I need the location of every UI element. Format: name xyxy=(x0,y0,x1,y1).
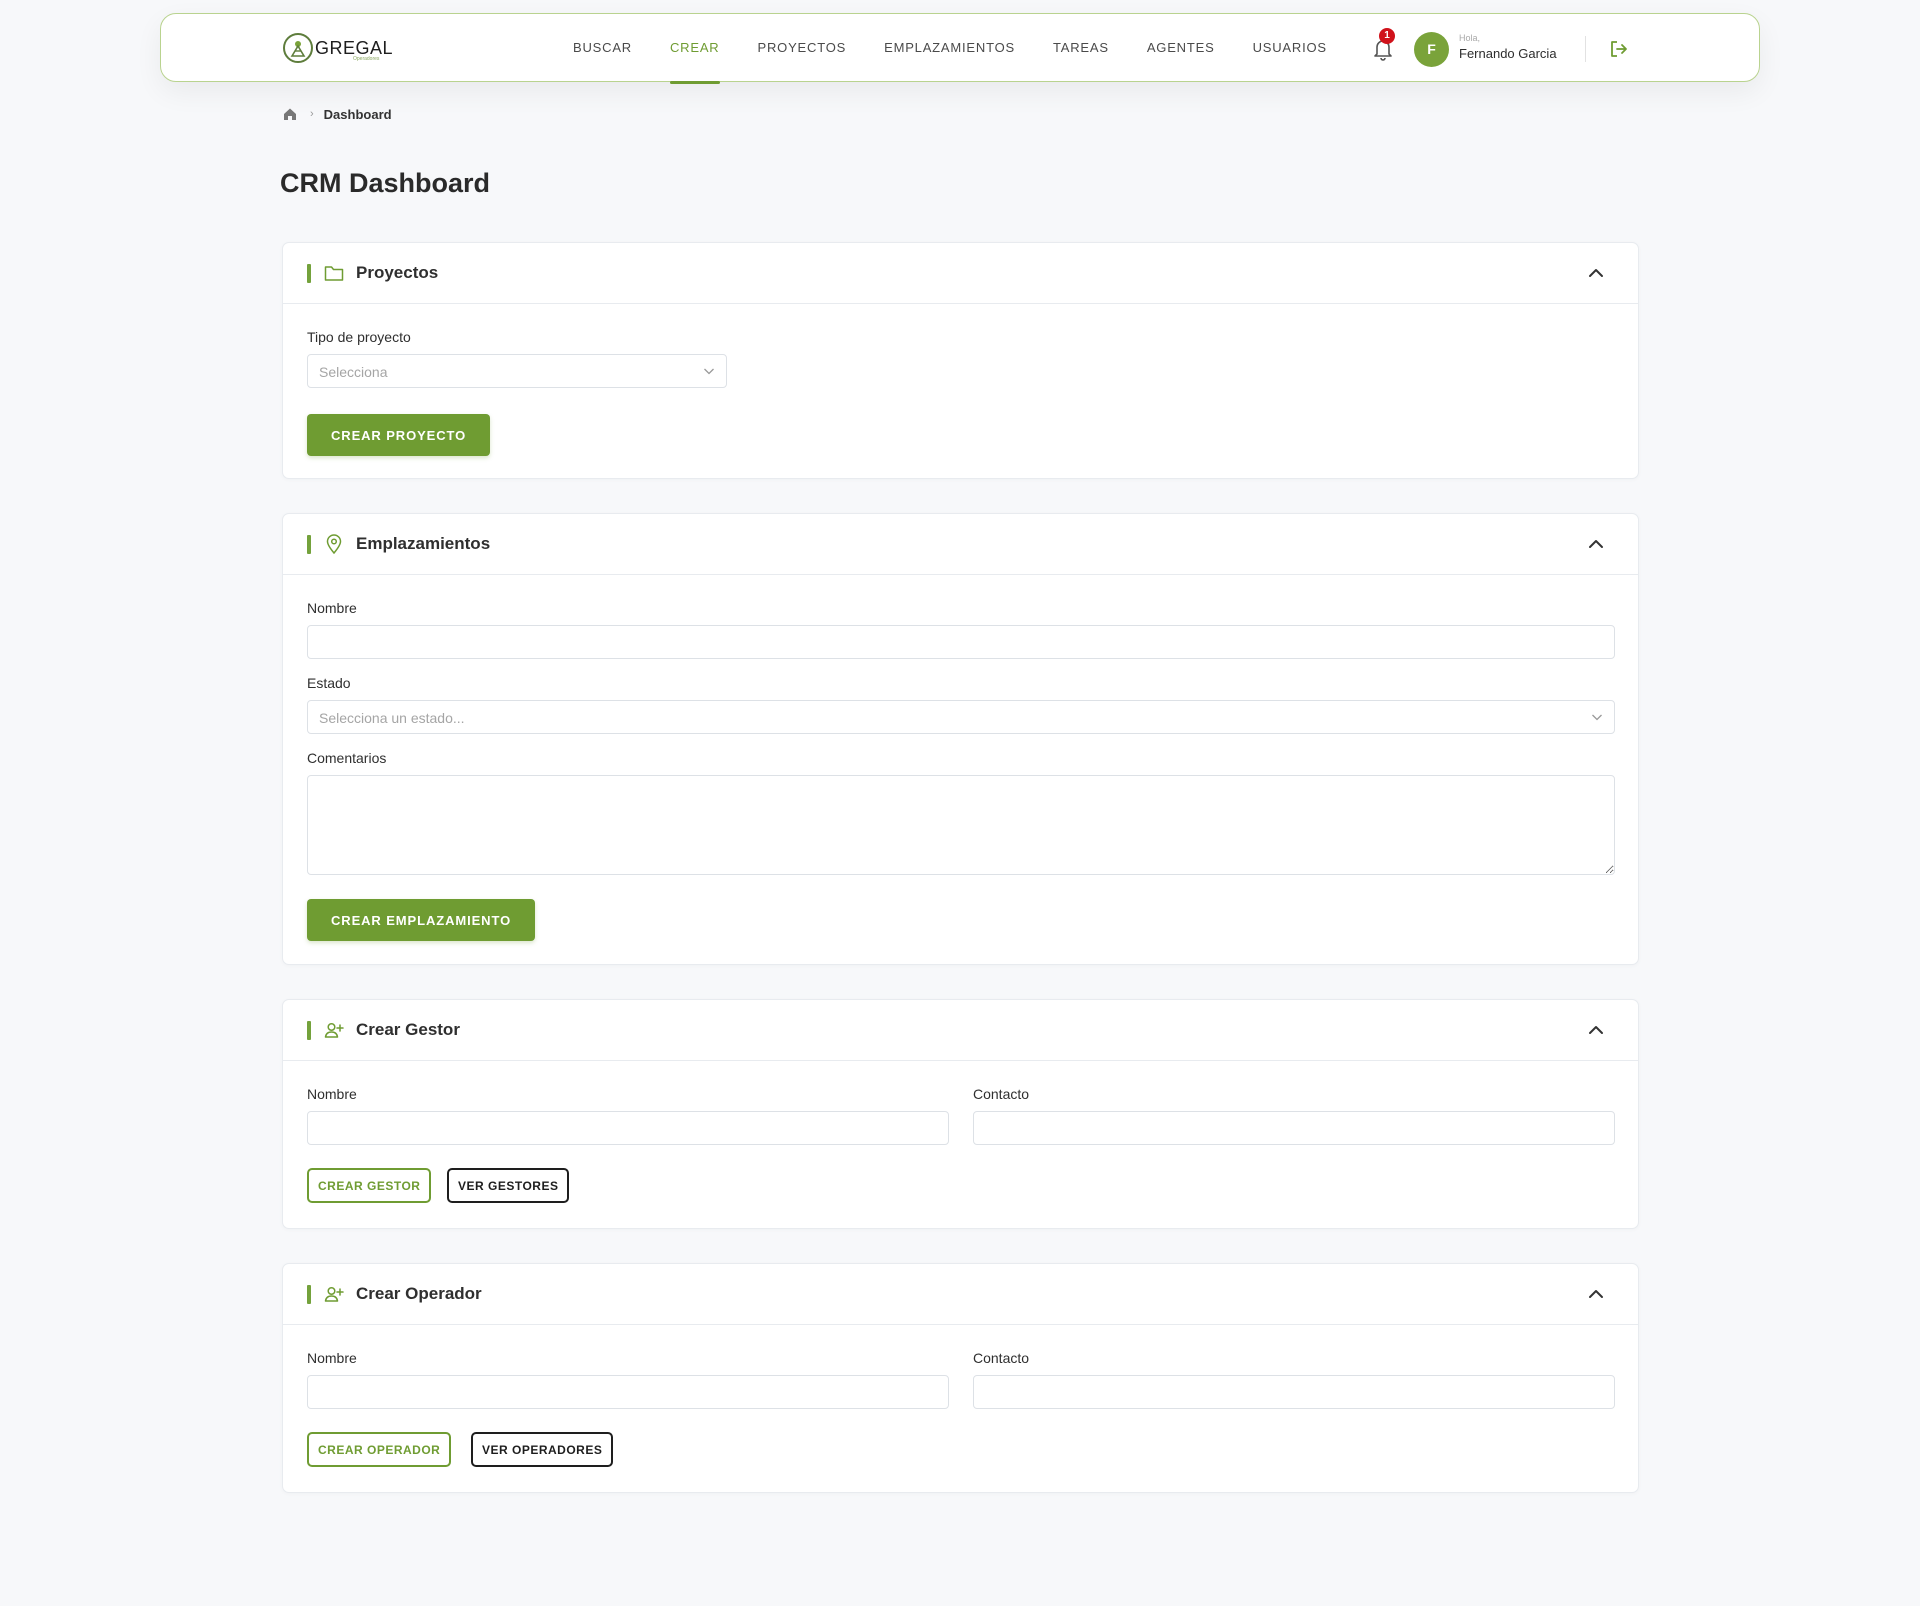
proyectos-card: Proyectos Tipo de proyecto Selecciona CR… xyxy=(282,242,1639,479)
operador-nombre-label: Nombre xyxy=(307,1350,357,1366)
tipo-proyecto-label: Tipo de proyecto xyxy=(307,329,411,345)
gestor-card-header[interactable]: Crear Gestor xyxy=(283,1000,1638,1061)
chevron-down-icon xyxy=(1592,714,1602,721)
operador-title: Crear Operador xyxy=(356,1284,482,1303)
crear-gestor-card: Crear Gestor Nombre Contacto CREAR GESTO… xyxy=(282,999,1639,1229)
nav-divider xyxy=(1585,36,1586,62)
gestor-nombre-label: Nombre xyxy=(307,1086,357,1102)
crear-operador-button[interactable]: CREAR OPERADOR xyxy=(307,1432,452,1467)
emplazamiento-nombre-input[interactable] xyxy=(307,625,1615,659)
brand-logo[interactable]: GREGAL Operadores xyxy=(283,32,393,64)
main-nav: BUSCAR CREAR PROYECTOS EMPLAZAMIENTOS TA… xyxy=(554,14,1346,84)
crear-proyecto-button[interactable]: CREAR PROYECTO xyxy=(307,414,491,456)
nav-link-agentes[interactable]: AGENTES xyxy=(1128,14,1234,83)
crear-operador-card: Crear Operador Nombre Contacto CREAR OPE… xyxy=(282,1263,1639,1493)
chevron-up-icon[interactable] xyxy=(1588,1023,1604,1037)
estado-select[interactable]: Selecciona un estado... xyxy=(307,700,1615,734)
user-greeting: Hola, Fernando Garcia xyxy=(1459,33,1557,61)
card-accent xyxy=(307,1021,311,1040)
gestor-title: Crear Gestor xyxy=(356,1020,460,1039)
breadcrumb: › Dashboard xyxy=(282,106,392,122)
tipo-proyecto-placeholder: Selecciona xyxy=(319,364,388,380)
operador-contacto-label: Contacto xyxy=(973,1350,1030,1366)
crear-emplazamiento-button[interactable]: CREAR EMPLAZAMIENTO xyxy=(307,899,536,941)
emplazamientos-card-header[interactable]: Emplazamientos xyxy=(283,514,1638,575)
gestor-contacto-input[interactable] xyxy=(973,1111,1615,1145)
operador-contacto-input[interactable] xyxy=(973,1375,1615,1409)
crear-gestor-button[interactable]: CREAR GESTOR xyxy=(307,1168,432,1203)
comentarios-textarea[interactable] xyxy=(307,775,1615,875)
top-navbar: GREGAL Operadores BUSCAR CREAR PROYECTOS… xyxy=(160,13,1760,84)
user-plus-icon xyxy=(324,1286,344,1302)
gestor-nombre-input[interactable] xyxy=(307,1111,949,1145)
card-accent xyxy=(307,264,311,283)
proyectos-card-header[interactable]: Proyectos xyxy=(283,243,1638,304)
chevron-down-icon xyxy=(704,368,714,375)
gestor-contacto-label: Contacto xyxy=(973,1086,1030,1102)
notification-badge: 1 xyxy=(1379,28,1395,44)
brand-tagline: Operadores xyxy=(353,56,380,62)
tipo-proyecto-select[interactable]: Selecciona xyxy=(307,354,727,388)
nav-link-emplazamientos[interactable]: EMPLAZAMIENTOS xyxy=(865,14,1034,83)
breadcrumb-separator: › xyxy=(310,108,314,120)
nav-link-buscar[interactable]: BUSCAR xyxy=(554,14,651,83)
comentarios-label: Comentarios xyxy=(307,750,387,766)
chevron-up-icon[interactable] xyxy=(1588,266,1604,280)
estado-placeholder: Selecciona un estado... xyxy=(319,710,465,726)
ver-operadores-button[interactable]: VER OPERADORES xyxy=(471,1432,614,1467)
nav-link-usuarios[interactable]: USUARIOS xyxy=(1234,14,1346,83)
nav-link-tareas[interactable]: TAREAS xyxy=(1034,14,1128,83)
greeting-text: Hola, xyxy=(1459,33,1481,43)
avatar[interactable]: F xyxy=(1414,32,1449,67)
estado-label: Estado xyxy=(307,675,351,691)
operador-nombre-input[interactable] xyxy=(307,1375,949,1409)
ver-gestores-button[interactable]: VER GESTORES xyxy=(447,1168,570,1203)
chevron-up-icon[interactable] xyxy=(1588,1287,1604,1301)
nav-link-crear[interactable]: CREAR xyxy=(651,14,739,84)
chevron-up-icon[interactable] xyxy=(1588,537,1604,551)
home-icon[interactable] xyxy=(282,106,298,122)
user-plus-icon xyxy=(324,1022,344,1038)
emplazamientos-card: Emplazamientos Nombre Estado Selecciona … xyxy=(282,513,1639,965)
emplazamiento-nombre-label: Nombre xyxy=(307,600,357,616)
folder-icon xyxy=(324,266,344,281)
proyectos-title: Proyectos xyxy=(356,263,439,282)
card-accent xyxy=(307,1285,311,1304)
card-accent xyxy=(307,535,311,554)
location-pin-icon xyxy=(326,534,342,555)
nav-link-proyectos[interactable]: PROYECTOS xyxy=(739,14,866,83)
user-name: Fernando Garcia xyxy=(1459,46,1557,61)
logout-icon[interactable] xyxy=(1609,39,1629,59)
emplazamientos-title: Emplazamientos xyxy=(356,534,491,553)
page-title: CRM Dashboard xyxy=(280,168,491,198)
logo-icon xyxy=(283,33,313,63)
breadcrumb-current: Dashboard xyxy=(323,106,392,122)
operador-card-header[interactable]: Crear Operador xyxy=(283,1264,1638,1325)
